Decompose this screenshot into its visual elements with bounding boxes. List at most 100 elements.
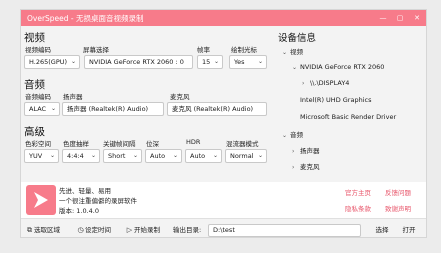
cursor-label: 绘制光标 — [231, 46, 257, 54]
fps-value: 15 — [202, 58, 211, 66]
chevron-down-icon: ⌄ — [70, 58, 76, 65]
mic-select[interactable]: 麦克风 (Realtek(R) Audio) — [167, 102, 267, 116]
tree-node-display[interactable]: › \\.\DISPLAY4 — [302, 79, 349, 87]
audio-codec-label: 音频编码 — [25, 93, 51, 101]
select-area-button[interactable]: ⧉ 选取区域 — [25, 224, 60, 235]
output-dir-label: 输出目录: — [173, 226, 202, 234]
window-title: OverSpeed - 无损桌面音视频录制 — [27, 14, 144, 23]
chevron-down-icon: ⌄ — [212, 152, 218, 159]
tree-node-msbasic[interactable]: Microsoft Basic Render Driver — [300, 113, 396, 121]
bitdepth-label: 位深 — [146, 140, 159, 148]
minimize-button[interactable]: — — [377, 12, 389, 24]
video-codec-value: H.265(GPU) — [29, 58, 68, 66]
tree-node-mic[interactable]: › 麦克风 — [292, 161, 320, 171]
tree-node-audio[interactable]: ⌄ 音频 — [282, 129, 303, 139]
chroma-select[interactable]: 4:4:4 ⌄ — [62, 149, 100, 163]
privacy-link[interactable]: 隐私条款 — [345, 203, 371, 213]
speaker-select[interactable]: 扬声器 (Realtek(R) Audio) — [62, 102, 164, 116]
bitdepth-value: Auto — [150, 152, 166, 160]
chevron-right-icon: › — [292, 164, 295, 171]
clock-icon: ◷ — [77, 226, 84, 234]
video-codec-select[interactable]: H.265(GPU) ⌄ — [24, 55, 80, 69]
chevron-down-icon: ⌄ — [49, 152, 55, 159]
chevron-down-icon: ⌄ — [132, 152, 138, 159]
tree-node-msbasic-label: Microsoft Basic Render Driver — [300, 113, 397, 121]
device-info-title: 设备信息 — [278, 33, 317, 44]
chevron-down-icon: ⌄ — [292, 64, 298, 71]
chroma-value: 4:4:4 — [67, 152, 84, 160]
close-button[interactable]: ✕ — [411, 12, 423, 24]
select-area-label: 选取区域 — [34, 226, 60, 234]
chevron-down-icon: ⌄ — [282, 132, 288, 139]
mixer-value: Normal — [230, 152, 254, 160]
tree-node-mic-label: 麦克风 — [300, 163, 320, 171]
about-strip: 先进、轻量、易用 一个很注重偏僻的录屏软件 版本: 1.0.4.0 官方主页 反… — [21, 182, 426, 218]
chevron-down-icon: ⌄ — [172, 152, 178, 159]
speaker-value: 扬声器 (Realtek(R) Audio) — [67, 105, 149, 113]
start-record-button[interactable]: ▷ 开始录制 — [125, 224, 160, 234]
chevron-down-icon: ⌄ — [213, 58, 219, 65]
set-time-label: 设定时间 — [85, 226, 111, 234]
hdr-select[interactable]: Auto ⌄ — [185, 149, 222, 163]
audio-codec-value: ALAC — [29, 105, 47, 113]
speaker-label: 扬声器 — [63, 93, 83, 101]
feedback-link[interactable]: 反馈问题 — [385, 187, 411, 197]
colorspace-select[interactable]: YUV ⌄ — [24, 149, 59, 163]
choose-button[interactable]: 选择 — [373, 223, 391, 237]
colorspace-value: YUV — [29, 152, 43, 160]
chevron-right-icon: › — [302, 80, 305, 87]
tree-node-intel[interactable]: Intel(R) UHD Graphics — [300, 96, 371, 104]
keyframe-label: 关键帧间隔 — [103, 140, 136, 148]
tree-node-speaker-label: 扬声器 — [300, 147, 320, 155]
about-slogan: 先进、轻量、易用 — [59, 187, 111, 195]
tree-node-gpu[interactable]: ⌄ NVIDIA GeForce RTX 2060 — [292, 63, 384, 71]
video-codec-label: 视频编码 — [25, 46, 51, 54]
set-time-button[interactable]: ◷设定时间 — [76, 224, 111, 234]
output-dir-input[interactable]: D:\test — [208, 224, 361, 237]
about-version: 版本: 1.0.4.0 — [59, 207, 99, 215]
colorspace-label: 色彩空间 — [25, 140, 51, 148]
cursor-select[interactable]: Yes ⌄ — [229, 55, 267, 69]
keyframe-select[interactable]: Short ⌄ — [103, 149, 142, 163]
cursor-value: Yes — [234, 58, 245, 66]
bitdepth-select[interactable]: Auto ⌄ — [145, 149, 182, 163]
tree-node-speaker[interactable]: › 扬声器 — [292, 145, 320, 155]
audio-section-title: 音频 — [24, 79, 45, 91]
maximize-button[interactable]: ▢ — [394, 12, 406, 24]
chevron-right-icon: › — [292, 148, 295, 155]
tree-node-video[interactable]: ⌄ 视频 — [282, 46, 303, 56]
hdr-value: Auto — [190, 152, 206, 160]
chroma-label: 色度抽样 — [63, 140, 89, 148]
tree-node-intel-label: Intel(R) UHD Graphics — [300, 96, 372, 104]
mixer-select[interactable]: Normal ⌄ — [225, 149, 267, 163]
tree-node-audio-label: 音频 — [290, 131, 303, 139]
mixer-label: 混流器模式 — [226, 140, 259, 148]
video-section-title: 视频 — [24, 32, 45, 44]
fps-select[interactable]: 15 ⌄ — [197, 55, 223, 69]
tree-node-gpu-label: NVIDIA GeForce RTX 2060 — [300, 63, 385, 71]
play-icon — [34, 192, 48, 208]
home-link[interactable]: 官方主页 — [345, 187, 371, 197]
app-logo — [26, 185, 56, 215]
app-window: OverSpeed - 无损桌面音视频录制 — ▢ ✕ 视频 视频编码 屏幕选择… — [20, 9, 427, 238]
start-record-label: 开始录制 — [134, 226, 160, 234]
keyframe-value: Short — [108, 152, 126, 160]
bottom-toolbar: ⧉ 选取区域 ◷设定时间 ▷ 开始录制 输出目录: D:\test 选择 打开 — [21, 218, 426, 237]
play-icon: ▷ — [126, 226, 133, 234]
audio-codec-select[interactable]: ALAC ⌄ — [24, 102, 60, 116]
screen-select-label: 屏幕选择 — [83, 46, 109, 54]
tree-node-display-label: \\.\DISPLAY4 — [310, 79, 350, 87]
fps-label: 帧率 — [197, 46, 210, 54]
mic-value: 麦克风 (Realtek(R) Audio) — [172, 105, 254, 113]
screen-value: NVIDIA GeForce RTX 2060 : 0 — [89, 58, 184, 66]
device-info-panel: 设备信息 ⌄ 视频 ⌄ NVIDIA GeForce RTX 2060 › \\.\D… — [278, 30, 426, 177]
tree-node-video-label: 视频 — [290, 48, 303, 56]
chevron-down-icon: ⌄ — [257, 58, 263, 65]
advanced-section-title: 高级 — [24, 126, 45, 138]
screen-select[interactable]: NVIDIA GeForce RTX 2060 : 0 — [84, 55, 193, 69]
chevron-down-icon: ⌄ — [257, 152, 263, 159]
open-button[interactable]: 打开 — [400, 223, 418, 237]
thanks-link[interactable]: 致谢声明 — [385, 203, 411, 213]
about-desc: 一个很注重偏僻的录屏软件 — [59, 197, 137, 205]
crop-icon: ⧉ — [27, 226, 32, 234]
